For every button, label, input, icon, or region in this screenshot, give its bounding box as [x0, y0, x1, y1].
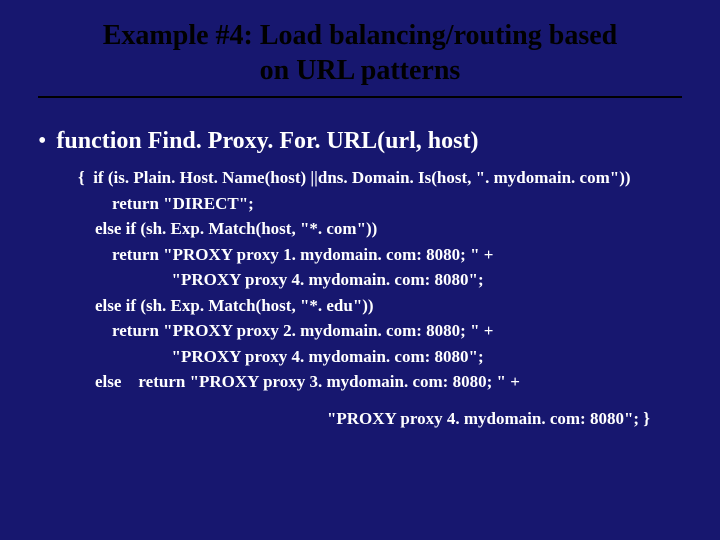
- title-line-1: Example #4: Load balancing/routing based: [103, 20, 617, 51]
- slide: Example #4: Load balancing/routing based…: [0, 0, 720, 540]
- bullet-text: function Find. Proxy. For. URL(url, host…: [56, 126, 478, 157]
- title-underline: [38, 96, 682, 98]
- title-line-2: on URL patterns: [260, 55, 461, 86]
- code-tail: "PROXY proxy 4. mydomain. com: 8080"; }: [30, 409, 690, 429]
- bullet-item: • function Find. Proxy. For. URL(url, ho…: [38, 126, 690, 157]
- bullet-dot-icon: •: [38, 126, 46, 157]
- code-block: { if (is. Plain. Host. Name(host) ||dns.…: [78, 165, 690, 395]
- slide-title: Example #4: Load balancing/routing based…: [30, 18, 690, 96]
